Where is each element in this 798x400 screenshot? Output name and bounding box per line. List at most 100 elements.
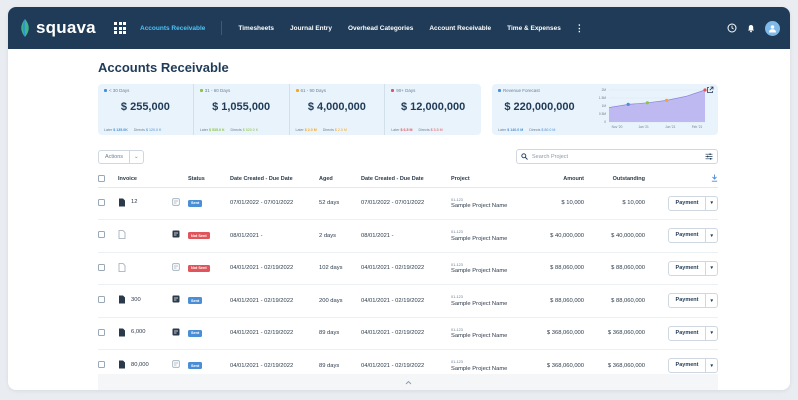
caret-down-icon[interactable]: ▾ bbox=[706, 200, 717, 206]
table-row[interactable]: 300 Sent 04/01/2021 - 02/19/2022 200 days 04… bbox=[98, 284, 718, 318]
project-cell: 01-123 Sample Project Name bbox=[451, 317, 531, 350]
logo[interactable]: squava bbox=[18, 18, 110, 38]
outstanding-cell: $ 10,000 bbox=[584, 187, 645, 220]
payment-button-label[interactable]: Payment bbox=[669, 196, 707, 210]
table-body: 12 Sent 07/01/2022 - 07/01/2022 52 days 07/0… bbox=[98, 187, 718, 383]
row-checkbox[interactable] bbox=[98, 263, 105, 271]
invoice-cell bbox=[118, 252, 188, 285]
table-row[interactable]: Not Sent 04/01/2021 - 02/19/2022 102 days 0… bbox=[98, 252, 718, 285]
row-checkbox[interactable] bbox=[98, 198, 105, 206]
payment-split-button[interactable]: Payment ▾ bbox=[667, 228, 718, 244]
table-row[interactable]: Not Sent 08/01/2021 -2 days 08/01/2021 -01… bbox=[98, 219, 718, 253]
row-checkbox[interactable] bbox=[98, 231, 105, 239]
search-input[interactable]: Search Project bbox=[516, 149, 718, 164]
collapse-toggle[interactable] bbox=[98, 374, 718, 390]
payment-button-label[interactable]: Payment bbox=[669, 229, 707, 243]
nav-timesheets[interactable]: Timesheets bbox=[238, 25, 274, 32]
table-row[interactable]: 6,000 Sent 04/01/2021 - 02/19/2022 89 days 0… bbox=[98, 317, 718, 350]
note-icon[interactable] bbox=[172, 360, 180, 368]
payment-split-button[interactable]: Payment ▾ bbox=[667, 293, 718, 309]
payment-split-button[interactable]: Payment ▾ bbox=[667, 195, 718, 211]
caret-down-icon[interactable]: ▾ bbox=[706, 233, 717, 239]
payment-button-label[interactable]: Payment bbox=[669, 359, 707, 373]
payment-split-button[interactable]: Payment ▾ bbox=[667, 260, 718, 276]
project-name[interactable]: Sample Project Name bbox=[451, 301, 507, 307]
project-id: 01-123 bbox=[451, 197, 463, 202]
payment-split-button[interactable]: Payment ▾ bbox=[667, 358, 718, 374]
project-cell: 01-123 Sample Project Name bbox=[451, 252, 531, 285]
note-filled-icon[interactable] bbox=[172, 295, 180, 303]
caret-down-icon[interactable]: ▾ bbox=[706, 363, 717, 369]
col-invoice[interactable]: Invoice bbox=[118, 172, 188, 188]
project-id: 01-123 bbox=[451, 327, 463, 332]
col-created-due-2[interactable]: Date Created - Due Date bbox=[361, 172, 451, 188]
amount-cell: $ 10,000 bbox=[531, 187, 584, 220]
y-tick-label: 0 bbox=[604, 120, 606, 124]
kpi-later-value: $ 2.0 M bbox=[304, 128, 317, 132]
col-aged[interactable]: Aged bbox=[319, 172, 361, 188]
note-icon[interactable] bbox=[172, 263, 180, 271]
note-filled-icon[interactable] bbox=[172, 328, 180, 336]
search-placeholder: Search Project bbox=[532, 153, 569, 160]
invoice-cell: 6,000 bbox=[118, 317, 188, 350]
outstanding-cell: $ 88,060,000 bbox=[584, 284, 645, 318]
col-status[interactable]: Status bbox=[188, 172, 230, 188]
col-amount[interactable]: Amount bbox=[531, 172, 584, 188]
kpi-direct-label: Directs bbox=[230, 128, 242, 132]
table-row[interactable]: 12 Sent 07/01/2022 - 07/01/2022 52 days 07/0… bbox=[98, 187, 718, 220]
row-checkbox[interactable] bbox=[98, 361, 105, 369]
select-all-checkbox[interactable] bbox=[98, 174, 105, 182]
project-name[interactable]: Sample Project Name bbox=[451, 366, 507, 372]
nav-accounts-receivable[interactable]: Accounts Receivable bbox=[140, 25, 205, 32]
top-navigation-bar: squava Accounts Receivable Timesheets Jo… bbox=[8, 7, 790, 49]
col-project[interactable]: Project bbox=[451, 172, 531, 188]
payment-button-label[interactable]: Payment bbox=[669, 261, 707, 275]
row-select-cell bbox=[98, 219, 118, 253]
payment-split-button[interactable]: Payment ▾ bbox=[667, 325, 718, 341]
invoice-number[interactable]: 80,000 bbox=[131, 362, 149, 368]
project-name[interactable]: Sample Project Name bbox=[451, 236, 507, 242]
app-grid-icon[interactable] bbox=[114, 22, 126, 34]
external-link-icon[interactable] bbox=[706, 86, 714, 94]
col-created-due[interactable]: Date Created - Due Date bbox=[230, 172, 319, 188]
dates-cell-2: 04/01/2021 - 02/19/2022 bbox=[361, 252, 451, 285]
forecast-later-label: Later bbox=[498, 128, 507, 132]
nav-account-receivable[interactable]: Account Receivable bbox=[429, 25, 491, 32]
row-checkbox[interactable] bbox=[98, 296, 105, 304]
row-checkbox[interactable] bbox=[98, 328, 105, 336]
caret-down-icon[interactable]: ▾ bbox=[706, 330, 717, 336]
invoice-number[interactable]: 12 bbox=[131, 199, 137, 205]
project-name[interactable]: Sample Project Name bbox=[451, 203, 507, 209]
bell-icon[interactable] bbox=[746, 23, 756, 33]
invoice-number[interactable]: 6,000 bbox=[131, 329, 146, 335]
clock-icon[interactable] bbox=[727, 23, 737, 33]
col-outstanding[interactable]: Outstanding bbox=[584, 172, 645, 188]
x-tick-label: Nov '20 bbox=[612, 125, 623, 129]
nav-time-expenses[interactable]: Time & Expenses bbox=[507, 25, 561, 32]
nav-overhead-categories[interactable]: Overhead Categories bbox=[348, 25, 413, 32]
project-name[interactable]: Sample Project Name bbox=[451, 268, 507, 274]
payment-button-label[interactable]: Payment bbox=[669, 294, 707, 308]
note-filled-icon[interactable] bbox=[172, 230, 180, 238]
row-select-cell bbox=[98, 317, 118, 350]
filter-sliders-icon[interactable] bbox=[705, 153, 713, 160]
y-tick-label: 0.5M bbox=[599, 112, 606, 116]
dates-cell-2: 07/01/2022 - 07/01/2022 bbox=[361, 187, 451, 220]
download-icon[interactable] bbox=[711, 174, 718, 182]
kpi-later-label: Later bbox=[295, 128, 304, 132]
document-icon bbox=[119, 328, 125, 337]
forecast-later-value: $ 140.0 M bbox=[507, 128, 524, 132]
payment-button-label[interactable]: Payment bbox=[669, 326, 707, 340]
nav-journal-entry[interactable]: Journal Entry bbox=[290, 25, 332, 32]
invoice-number[interactable]: 300 bbox=[131, 297, 141, 303]
note-icon[interactable] bbox=[172, 198, 180, 206]
caret-down-icon[interactable]: ▾ bbox=[706, 265, 717, 271]
kpi-direct-value: $ 5.5 M bbox=[430, 128, 443, 132]
more-menu-icon[interactable]: ⋮ bbox=[575, 23, 584, 34]
document-icon bbox=[119, 198, 125, 207]
kpi-direct-label: Directs bbox=[418, 128, 430, 132]
actions-dropdown[interactable]: Actions ⌄ bbox=[98, 149, 144, 164]
caret-down-icon[interactable]: ▾ bbox=[706, 298, 717, 304]
user-avatar[interactable] bbox=[765, 20, 780, 36]
project-name[interactable]: Sample Project Name bbox=[451, 333, 507, 339]
